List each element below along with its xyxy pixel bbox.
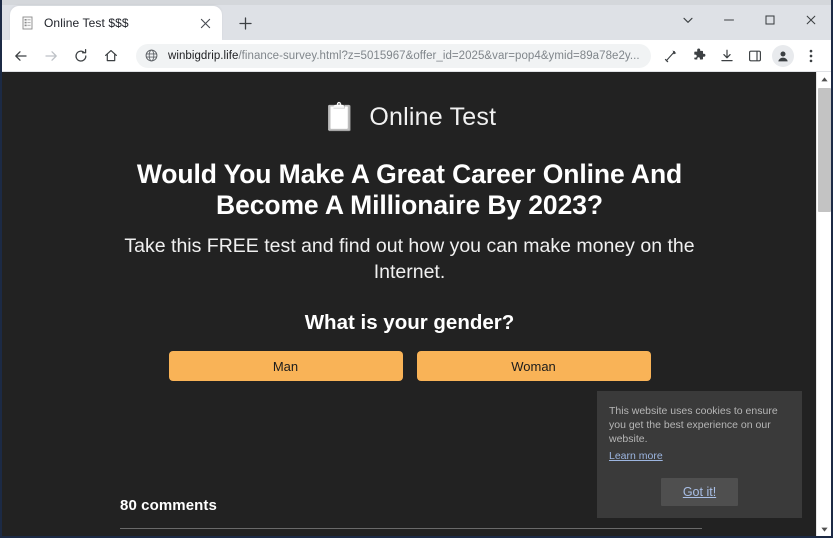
page-subheadline: Take this FREE test and find out how you… xyxy=(124,235,695,283)
globe-icon[interactable] xyxy=(145,49,160,62)
home-button-icon[interactable] xyxy=(97,42,125,70)
window-controls xyxy=(667,0,831,40)
reload-button-icon[interactable] xyxy=(67,42,95,70)
scroll-down-arrow-icon[interactable] xyxy=(817,522,831,536)
cookie-consent-text: This website uses cookies to ensure you … xyxy=(609,405,778,445)
vertical-scrollbar-thumb[interactable] xyxy=(818,88,831,212)
browser-window: Online Test $$$ winbigdrip.life/finance-… xyxy=(0,0,833,538)
browser-toolbar: winbigdrip.life/finance-survey.html?z=50… xyxy=(2,40,831,72)
survey-answers: Man Woman xyxy=(168,351,651,381)
page-headline: Would You Make A Great Career Online And… xyxy=(136,159,683,220)
tab-search-chevron-down-icon[interactable] xyxy=(667,0,708,40)
page-content: 📋 Online Test Would You Make A Great Car… xyxy=(2,72,817,537)
side-panel-icon[interactable] xyxy=(742,43,768,69)
cookie-consent-banner: This website uses cookies to ensure you … xyxy=(597,391,802,518)
address-bar-host: winbigdrip.life xyxy=(168,49,239,62)
browser-tab-title: Online Test $$$ xyxy=(44,16,129,30)
profile-avatar-icon[interactable] xyxy=(772,44,794,67)
tab-strip: Online Test $$$ xyxy=(2,0,831,40)
maximize-window-icon[interactable] xyxy=(749,0,790,40)
site-header: 📋 Online Test xyxy=(2,94,817,140)
new-tab-button[interactable] xyxy=(230,8,260,38)
back-button-icon[interactable] xyxy=(7,42,35,70)
answer-button-man[interactable]: Man xyxy=(168,351,403,381)
site-name: Online Test xyxy=(369,102,497,131)
three-dot-menu-icon[interactable] xyxy=(798,43,824,69)
survey-question-title: What is your gender? xyxy=(304,311,515,334)
close-window-icon[interactable] xyxy=(790,0,831,40)
address-bar[interactable]: winbigdrip.life/finance-survey.html?z=50… xyxy=(136,43,651,68)
answer-button-woman[interactable]: Woman xyxy=(416,351,651,381)
vertical-scrollbar[interactable] xyxy=(816,72,831,536)
scroll-up-arrow-icon[interactable] xyxy=(817,72,831,87)
address-bar-path: /finance-survey.html?z=5015967&offer_id=… xyxy=(238,49,640,62)
document-favicon xyxy=(20,15,36,31)
page-viewport: 📋 Online Test Would You Make A Great Car… xyxy=(2,72,831,537)
extensions-puzzle-icon[interactable] xyxy=(686,43,712,69)
downloads-icon[interactable] xyxy=(714,43,740,69)
share-cast-icon[interactable] xyxy=(658,43,684,69)
address-bar-url: winbigdrip.life/finance-survey.html?z=50… xyxy=(168,50,640,62)
cookie-accept-button[interactable]: Got it! xyxy=(660,478,739,506)
minimize-window-icon[interactable] xyxy=(708,0,749,40)
comments-divider xyxy=(120,528,702,529)
close-tab-icon[interactable] xyxy=(196,14,214,32)
horizontal-scrollbar-area[interactable] xyxy=(2,536,817,537)
forward-button-icon[interactable] xyxy=(37,42,65,70)
tab-strip-left-padding xyxy=(2,0,10,40)
browser-tab-active[interactable]: Online Test $$$ xyxy=(10,6,222,40)
clipboard-checklist-icon: 📋 xyxy=(322,101,357,132)
cookie-accept-wrapper: Got it! xyxy=(609,478,790,506)
cookie-learn-more-link[interactable]: Learn more xyxy=(609,450,663,462)
